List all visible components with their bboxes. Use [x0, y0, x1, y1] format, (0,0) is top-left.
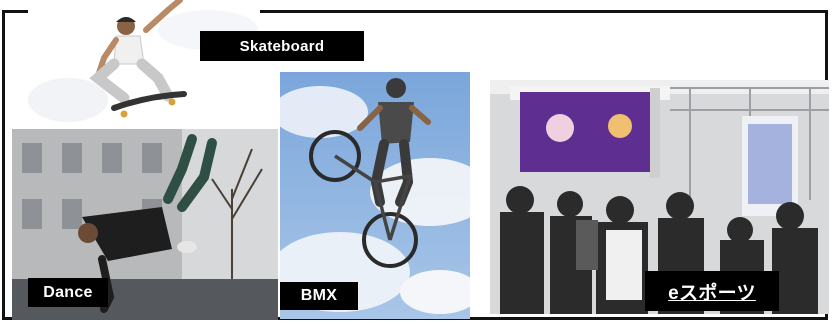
skateboard-label: Skateboard	[200, 31, 364, 61]
skateboard-photo	[28, 0, 260, 128]
dance-label: Dance	[28, 278, 108, 307]
bmx-label: BMX	[280, 282, 358, 310]
esports-label: eスポーツ	[645, 271, 779, 311]
